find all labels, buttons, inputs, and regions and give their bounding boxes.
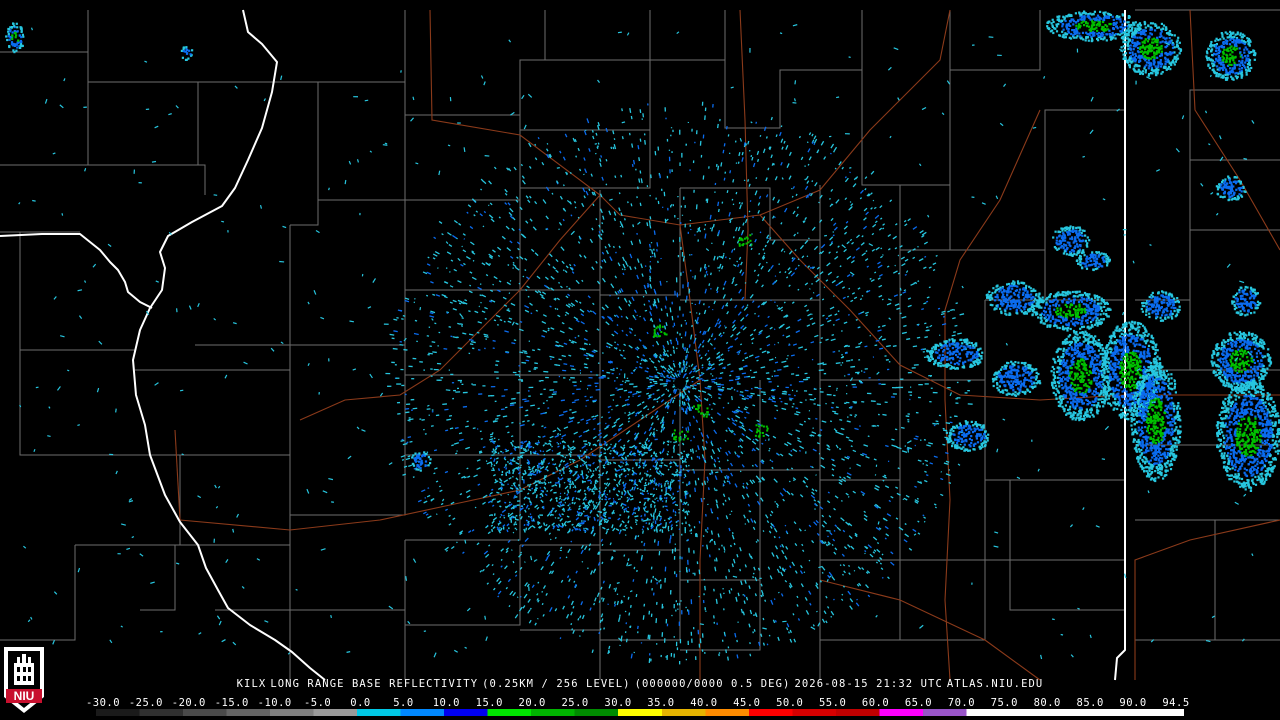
scale-label: 70.0 <box>947 697 976 709</box>
scale-label: 5.0 <box>393 697 414 709</box>
scale-label: -20.0 <box>171 697 206 709</box>
scale-label: 35.0 <box>647 697 675 709</box>
scale-label: -15.0 <box>214 697 249 709</box>
reflectivity-color-bar <box>96 709 1184 716</box>
source-url: ATLAS.NIU.EDU <box>946 678 1044 690</box>
scale-label: 30.0 <box>604 697 632 709</box>
scale-label: 10.0 <box>432 697 461 709</box>
reflectivity-scale-labels: -30.0 -25.0 -20.0 -15.0 -10.0 -5.0 0.0 5.0 10.0 1… <box>0 697 1280 709</box>
scale-label: 45.0 <box>733 697 761 709</box>
scale-label: 55.0 <box>818 697 847 709</box>
radar-site-marker <box>674 377 686 389</box>
scale-label: 15.0 <box>475 697 503 709</box>
scale-label: 80.0 <box>1033 697 1061 709</box>
scale-label: -25.0 <box>128 697 163 709</box>
scale-label: 75.0 <box>990 697 1018 709</box>
scale-label: 85.0 <box>1076 697 1104 709</box>
scale-label: 25.0 <box>561 697 589 709</box>
product-resolution: (0.25KM / 256 LEVEL) <box>482 678 631 690</box>
scale-label: -5.0 <box>303 697 332 709</box>
product-info-line: KILX LONG RANGE BASE REFLECTIVITY (0.25KM … <box>0 678 1280 690</box>
radar-map <box>0 9 1280 681</box>
scale-label: -10.0 <box>257 697 292 709</box>
scale-label: 60.0 <box>861 697 890 709</box>
scale-label: 65.0 <box>904 697 933 709</box>
radar-site-id: KILX <box>236 678 267 690</box>
timestamp: 2026-08-15 21:32 UTC <box>794 678 943 690</box>
scale-label: 94.5 <box>1162 697 1190 709</box>
scale-label: -30.0 <box>85 697 121 709</box>
volume-info: (000000/0000 0.5 DEG) <box>634 678 791 690</box>
product-name: LONG RANGE BASE REFLECTIVITY <box>270 678 479 690</box>
scale-label: 20.0 <box>518 697 546 709</box>
scale-label: 40.0 <box>690 697 718 709</box>
radar-echoes <box>5 10 1280 665</box>
scale-label: 0.0 <box>350 697 371 709</box>
scale-label: 90.0 <box>1119 697 1147 709</box>
scale-label: 50.0 <box>776 697 804 709</box>
